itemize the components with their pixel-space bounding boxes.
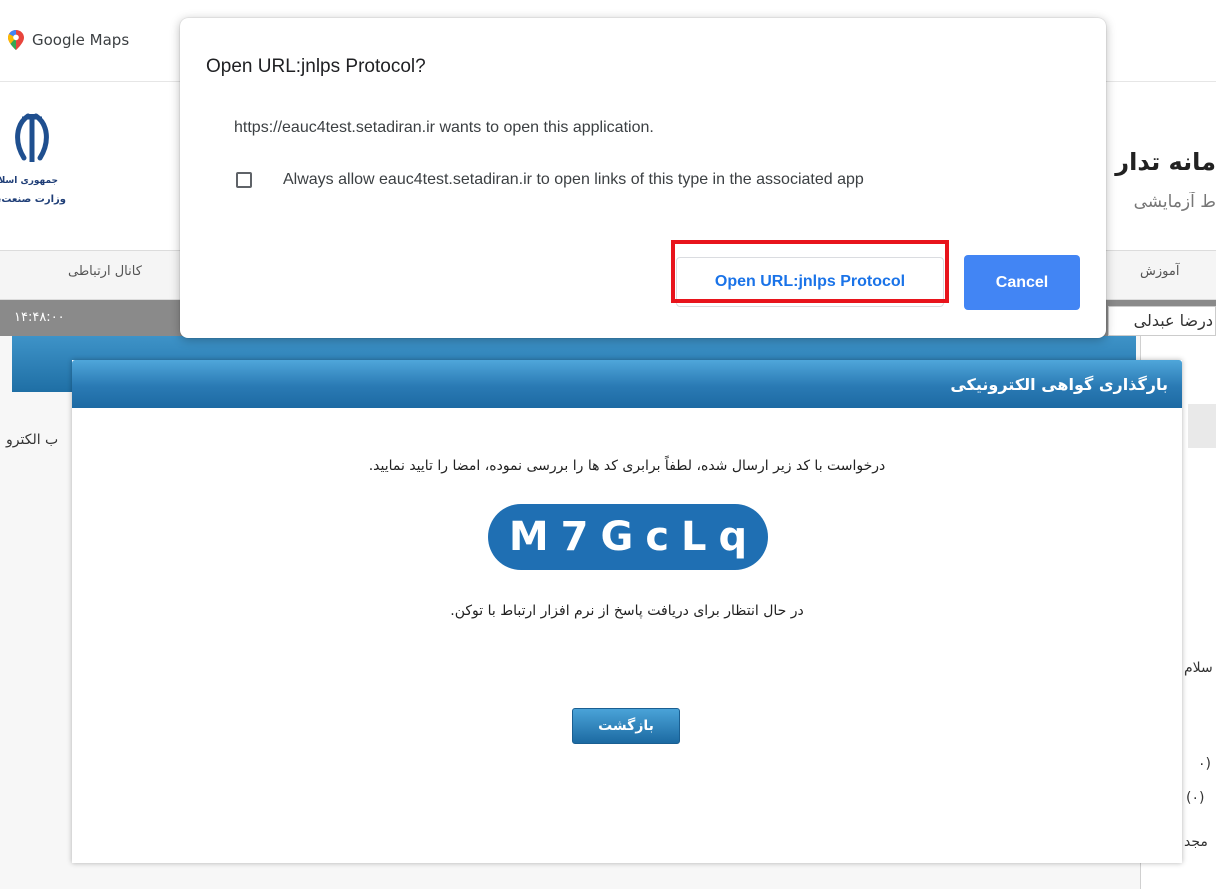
highlight-box: [671, 240, 949, 303]
back-button[interactable]: بازگشت: [572, 708, 680, 744]
ministry-line-2: وزارت صنعت، م: [0, 194, 66, 205]
waiting-message: در حال انتظار برای دریافت پاسخ از نرم اف…: [450, 603, 804, 619]
right-fragment-4: مجد: [1184, 834, 1208, 850]
prompt-description: https://eauc4test.setadiran.ir wants to …: [234, 119, 654, 136]
google-maps-icon: [8, 30, 24, 50]
certificate-upload-dialog: بارگذاری گواهی الکترونیکی درخواست با کد …: [72, 360, 1182, 863]
ministry-line-1: جمهوری اسلا: [0, 176, 58, 186]
side-fragment: ب الکترو: [6, 432, 59, 448]
right-fragment-3: (۰): [1186, 790, 1205, 806]
bookmark-label: Google Maps: [32, 31, 130, 49]
dialog-title: بارگذاری گواهی الکترونیکی: [950, 375, 1168, 394]
protocol-prompt: Open URL:jnlps Protocol? https://eauc4te…: [180, 18, 1106, 338]
site-subtitle: ط آزمایشی: [1133, 192, 1216, 212]
nav-item-communication-channel[interactable]: کانال ارتباطی: [68, 264, 142, 279]
clock: ۱۴:۴۸:۰۰: [14, 310, 65, 325]
bookmark-google-maps[interactable]: Google Maps: [8, 30, 129, 50]
prompt-title: Open URL:jnlps Protocol?: [206, 56, 426, 77]
dialog-header: بارگذاری گواهی الکترونیکی: [72, 360, 1182, 408]
always-allow-label[interactable]: Always allow eauc4test.setadiran.ir to o…: [283, 171, 864, 189]
dialog-message: درخواست با کد زیر ارسال شده، لطفاً برابر…: [368, 458, 886, 474]
site-title: مانه تدار: [1115, 148, 1216, 176]
user-name: درضا عبدلی: [1108, 306, 1216, 336]
cancel-button[interactable]: Cancel: [964, 255, 1080, 310]
right-fragment-2: (۰: [1198, 756, 1211, 772]
verification-code: M7GcLq: [488, 504, 768, 570]
iran-emblem-icon: [15, 113, 49, 162]
side-panel-band: [1188, 404, 1216, 448]
always-allow-checkbox[interactable]: [236, 172, 252, 188]
nav-item-training[interactable]: آموزش: [1140, 264, 1179, 279]
right-fragment-1: سلام: [1184, 660, 1213, 676]
